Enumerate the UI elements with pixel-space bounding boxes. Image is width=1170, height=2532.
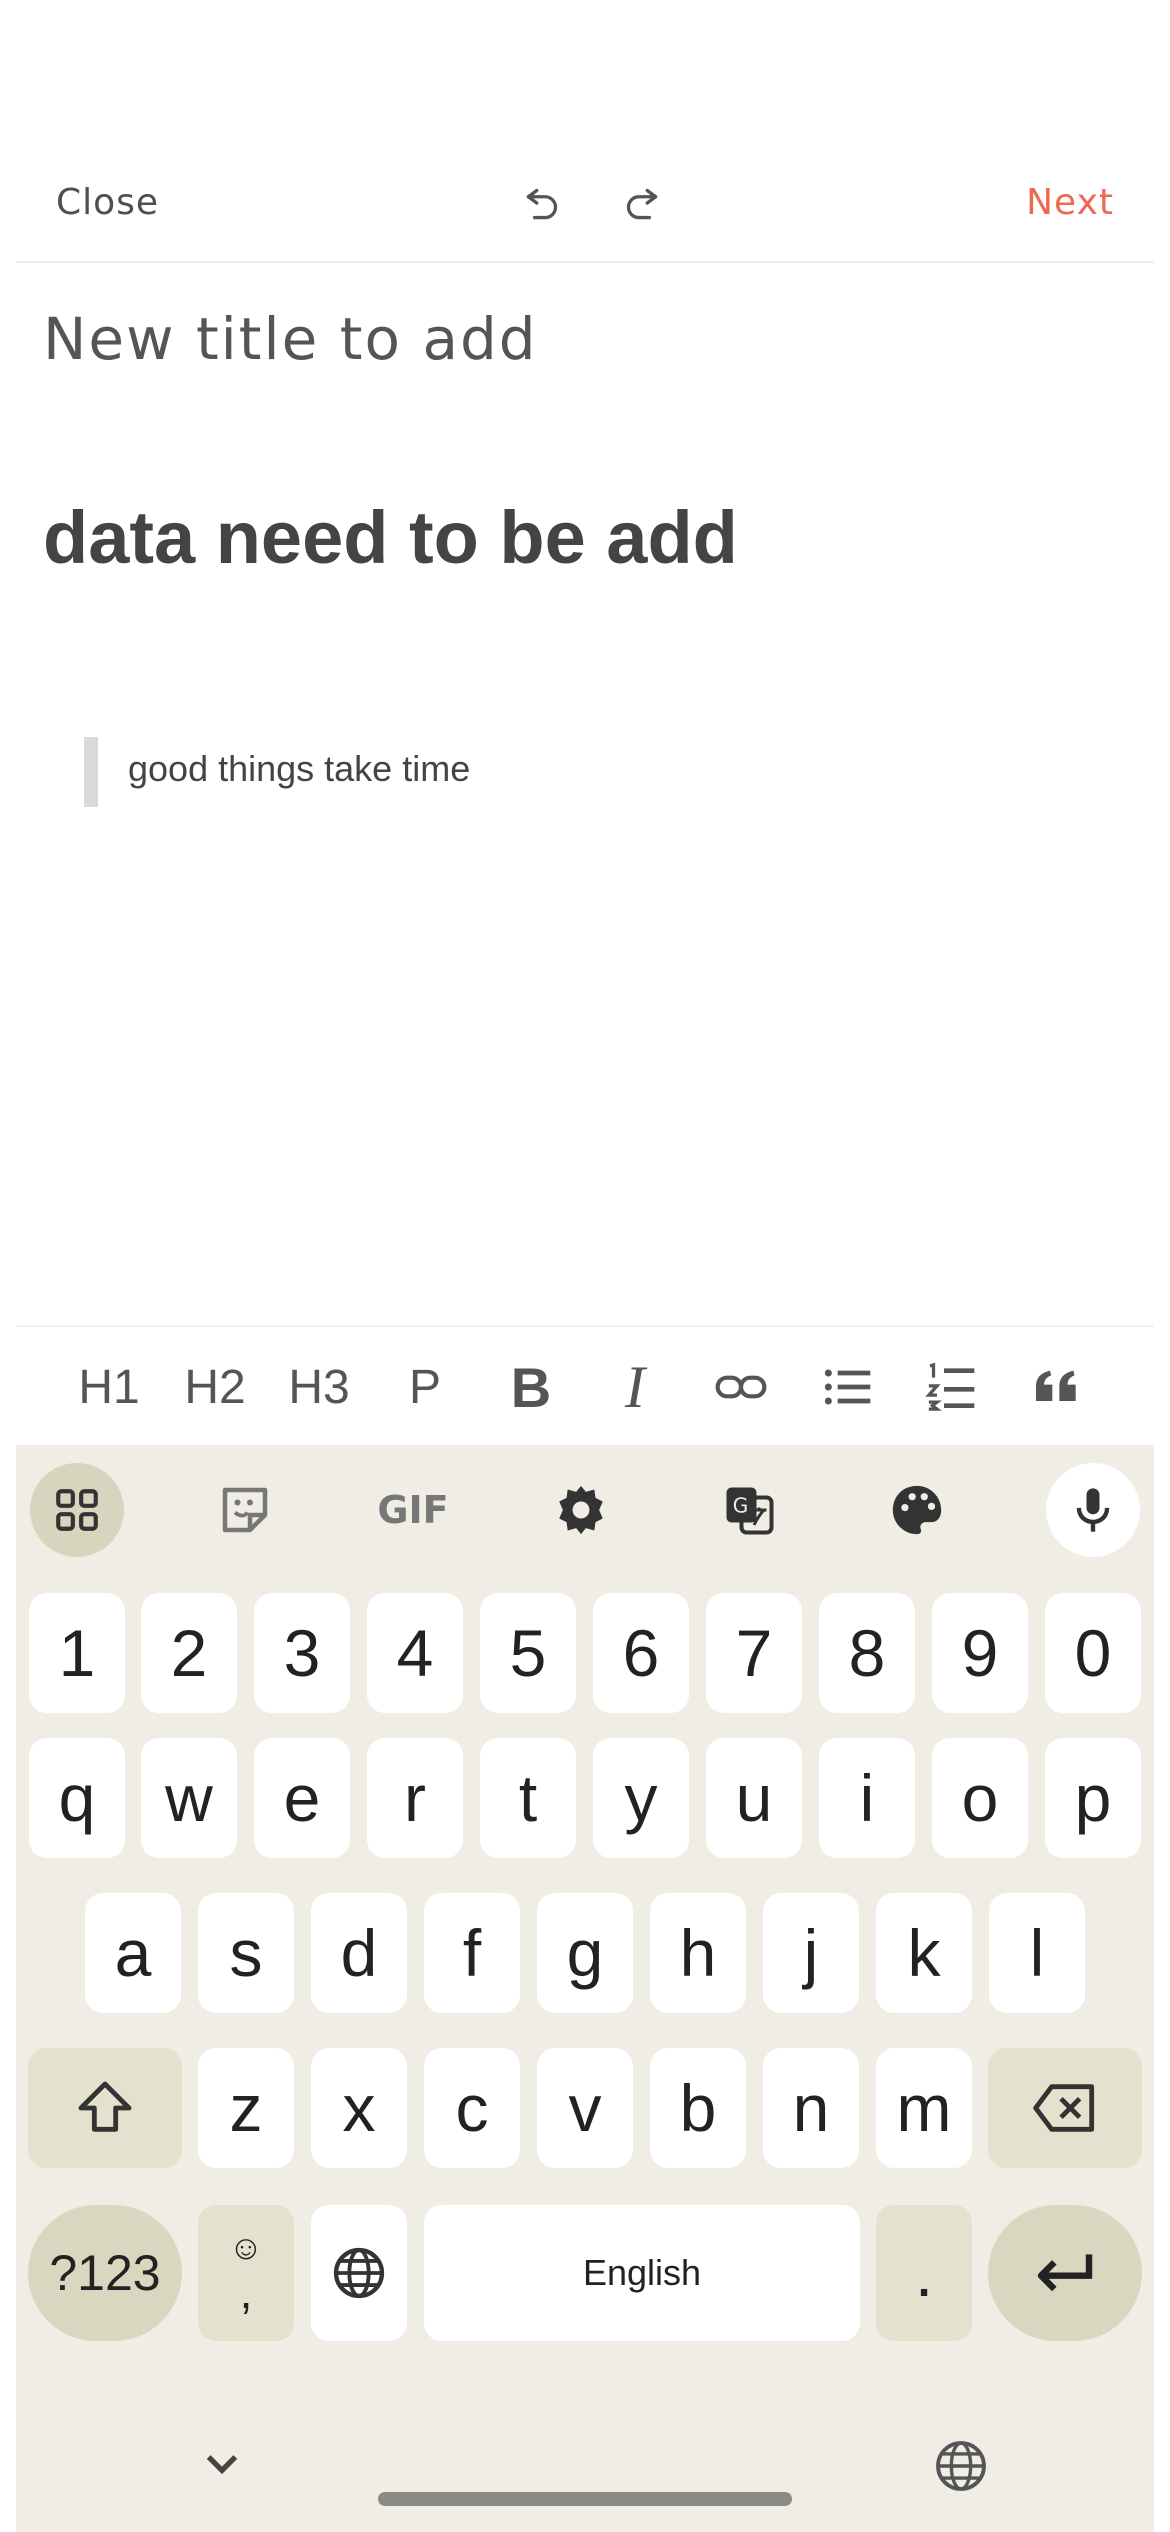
- settings-button[interactable]: [534, 1463, 628, 1557]
- key-j[interactable]: j: [763, 1893, 859, 2013]
- mic-icon: [1076, 1488, 1110, 1532]
- bullet-list-icon: [824, 1369, 871, 1405]
- chevron-down-icon[interactable]: [190, 2441, 254, 2489]
- apps-button[interactable]: [30, 1463, 124, 1557]
- key-6[interactable]: 6: [593, 1593, 689, 1713]
- link-button[interactable]: [696, 1355, 786, 1419]
- next-button[interactable]: Next: [1026, 182, 1114, 223]
- key-h[interactable]: h: [650, 1893, 746, 2013]
- numbered-list-button[interactable]: [906, 1355, 996, 1419]
- shift-key[interactable]: [28, 2048, 182, 2168]
- quote-icon: [1036, 1370, 1076, 1401]
- key-0[interactable]: 0: [1045, 1593, 1141, 1713]
- frame-left: [0, 0, 16, 2532]
- close-button[interactable]: Close: [56, 182, 159, 223]
- apps-grid-icon: [56, 1489, 98, 1531]
- editor-app: Close Next New title to add data need to…: [16, 0, 1154, 1445]
- post-title[interactable]: New title to add: [43, 305, 538, 373]
- format-toolbar: H1 H2 H3 P B I: [16, 1325, 1154, 1447]
- symbols-key[interactable]: ?123: [28, 2205, 182, 2341]
- editor-header: Close Next: [16, 160, 1154, 260]
- globe-icon[interactable]: [932, 2437, 990, 2495]
- numbered-list-icon: [925, 1362, 975, 1411]
- key-x[interactable]: x: [311, 2048, 407, 2168]
- key-a[interactable]: a: [85, 1893, 181, 2013]
- undo-icon[interactable]: [518, 178, 568, 228]
- quote-button[interactable]: [1012, 1355, 1102, 1419]
- emoji-icon: ☺: [228, 2229, 264, 2267]
- voice-input-button[interactable]: [1046, 1463, 1140, 1557]
- key-z[interactable]: z: [198, 2048, 294, 2168]
- paragraph-button[interactable]: P: [380, 1355, 470, 1419]
- key-k[interactable]: k: [876, 1893, 972, 2013]
- globe-icon: [333, 2247, 385, 2299]
- key-m[interactable]: m: [876, 2048, 972, 2168]
- key-r[interactable]: r: [367, 1738, 463, 1858]
- bold-button[interactable]: B: [486, 1355, 576, 1419]
- comma-label: ,: [239, 2266, 253, 2318]
- bullet-list-button[interactable]: [802, 1355, 892, 1419]
- h2-button[interactable]: H2: [170, 1355, 260, 1419]
- key-w[interactable]: w: [141, 1738, 237, 1858]
- h1-button[interactable]: H1: [64, 1355, 154, 1419]
- key-9[interactable]: 9: [932, 1593, 1028, 1713]
- key-t[interactable]: t: [480, 1738, 576, 1858]
- key-e[interactable]: e: [254, 1738, 350, 1858]
- key-7[interactable]: 7: [706, 1593, 802, 1713]
- period-key[interactable]: .: [876, 2205, 972, 2341]
- key-b[interactable]: b: [650, 2048, 746, 2168]
- key-p[interactable]: p: [1045, 1738, 1141, 1858]
- blockquote-text[interactable]: good things take time: [128, 748, 470, 790]
- soft-keyboard: GIF G 1 2 3 4 5 6 7 8 9 0 q w e r t y u …: [16, 1445, 1154, 2532]
- enter-key[interactable]: [988, 2205, 1142, 2341]
- key-l[interactable]: l: [989, 1893, 1085, 2013]
- theme-button[interactable]: [870, 1463, 964, 1557]
- key-d[interactable]: d: [311, 1893, 407, 2013]
- key-q[interactable]: q: [29, 1738, 125, 1858]
- sticker-button[interactable]: [198, 1463, 292, 1557]
- blockquote-bar: [84, 737, 98, 807]
- emoji-comma-key[interactable]: ☺ ,: [198, 2205, 294, 2341]
- link-icon: [715, 1375, 767, 1399]
- palette-icon: [892, 1485, 942, 1535]
- key-f[interactable]: f: [424, 1893, 520, 2013]
- gif-button[interactable]: GIF: [366, 1463, 460, 1557]
- key-4[interactable]: 4: [367, 1593, 463, 1713]
- key-5[interactable]: 5: [480, 1593, 576, 1713]
- enter-icon: [1037, 2254, 1093, 2292]
- key-i[interactable]: i: [819, 1738, 915, 1858]
- key-3[interactable]: 3: [254, 1593, 350, 1713]
- key-u[interactable]: u: [706, 1738, 802, 1858]
- key-c[interactable]: c: [424, 2048, 520, 2168]
- h3-button[interactable]: H3: [274, 1355, 364, 1419]
- gear-icon: [559, 1485, 603, 1535]
- key-y[interactable]: y: [593, 1738, 689, 1858]
- key-n[interactable]: n: [763, 2048, 859, 2168]
- key-2[interactable]: 2: [141, 1593, 237, 1713]
- gif-icon: GIF: [377, 1488, 449, 1532]
- redo-icon[interactable]: [616, 178, 666, 228]
- key-o[interactable]: o: [932, 1738, 1028, 1858]
- key-g[interactable]: g: [537, 1893, 633, 2013]
- key-v[interactable]: v: [537, 2048, 633, 2168]
- backspace-key[interactable]: [988, 2048, 1142, 2168]
- sticker-icon: [222, 1487, 268, 1533]
- key-1[interactable]: 1: [29, 1593, 125, 1713]
- key-s[interactable]: s: [198, 1893, 294, 2013]
- translate-icon: G: [726, 1487, 774, 1535]
- language-key[interactable]: [311, 2205, 407, 2341]
- italic-button[interactable]: I: [590, 1354, 680, 1420]
- translate-button[interactable]: G: [702, 1463, 796, 1557]
- home-indicator[interactable]: [378, 2492, 792, 2506]
- shift-icon: [78, 2081, 132, 2132]
- header-divider: [16, 261, 1154, 263]
- svg-text:G: G: [733, 1494, 749, 1518]
- key-8[interactable]: 8: [819, 1593, 915, 1713]
- space-key[interactable]: English: [424, 2205, 860, 2341]
- content-heading[interactable]: data need to be add: [43, 495, 738, 580]
- backspace-icon: [1033, 2084, 1095, 2132]
